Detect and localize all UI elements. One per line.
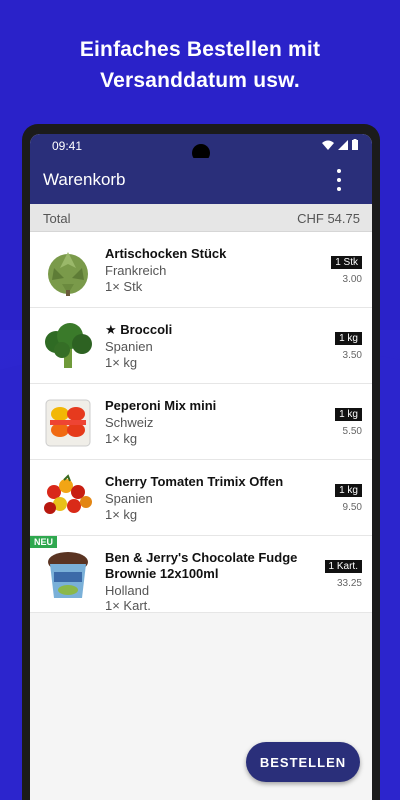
app-bar: Warenkorb xyxy=(30,158,372,204)
unit-badge: 1 Stk xyxy=(331,256,362,269)
headline-line-2: Versanddatum usw. xyxy=(100,69,300,92)
item-name: Cherry Tomaten Trimix Offen xyxy=(105,474,284,489)
new-badge: NEU xyxy=(30,536,58,548)
item-quantity: 1× Stk xyxy=(105,279,143,294)
item-quantity: 1× kg xyxy=(105,431,138,446)
status-icons xyxy=(322,139,358,150)
more-vert-icon[interactable] xyxy=(336,169,342,191)
item-quantity: 1× kg xyxy=(105,507,138,522)
page-title: Warenkorb xyxy=(43,170,126,189)
broccoli-image xyxy=(45,323,92,368)
status-time: 09:41 xyxy=(52,139,83,153)
cart-item[interactable]: Peperoni Mix mini Schweiz 1× kg 1 kg 5.5… xyxy=(30,384,372,460)
order-button[interactable]: BESTELLEN xyxy=(246,742,360,782)
item-origin: Spanien xyxy=(105,339,153,354)
headline-line-1: Einfaches Bestellen mit xyxy=(79,38,321,61)
item-origin: Schweiz xyxy=(105,415,154,430)
total-value: CHF 54.75 xyxy=(297,211,360,226)
item-origin: Frankreich xyxy=(105,263,167,278)
artichoke-image xyxy=(48,252,88,296)
cart-list: Artischocken Stück Frankreich 1× Stk 1 S… xyxy=(30,232,372,613)
item-price: 9.50 xyxy=(342,502,362,513)
cart-item[interactable]: ★ Broccoli Spanien 1× kg 1 kg 3.50 xyxy=(30,308,372,384)
signal-icon xyxy=(338,139,348,150)
status-bar: 09:41 xyxy=(30,134,372,162)
cart-item[interactable]: NEU Ben & Jerry's Chocolate Fudge Browni… xyxy=(30,536,372,613)
total-row: Total CHF 54.75 xyxy=(30,204,372,232)
icecream-image xyxy=(48,552,88,598)
item-quantity: 1× kg xyxy=(105,355,138,370)
item-name: Ben & Jerry's Chocolate Fudge Brownie 12… xyxy=(105,550,298,581)
item-price: 5.50 xyxy=(342,426,362,437)
peppers-image xyxy=(45,399,91,447)
unit-badge: 1 Kart. xyxy=(324,560,362,573)
tomatoes-image xyxy=(44,474,92,514)
phone-screen: 09:41 Warenkorb Total CHF 54.75 Artischo… xyxy=(30,134,372,800)
cart-item[interactable]: Cherry Tomaten Trimix Offen Spanien 1× k… xyxy=(30,460,372,536)
item-origin: Holland xyxy=(105,583,150,598)
wifi-icon xyxy=(322,140,334,150)
item-quantity: 1× Kart. xyxy=(105,598,151,613)
item-name: ★ Broccoli xyxy=(105,322,173,337)
item-origin: Spanien xyxy=(105,491,153,506)
item-price: 3.00 xyxy=(342,274,362,285)
total-label: Total xyxy=(43,211,71,226)
unit-badge: 1 kg xyxy=(335,408,362,421)
item-name: Peperoni Mix mini xyxy=(105,398,217,413)
promo-headline: Einfaches Bestellen mit Versanddatum usw… xyxy=(0,34,400,96)
item-name: Artischocken Stück xyxy=(105,246,227,261)
cart-item[interactable]: Artischocken Stück Frankreich 1× Stk 1 S… xyxy=(30,232,372,308)
unit-badge: 1 kg xyxy=(335,332,362,345)
unit-badge: 1 kg xyxy=(335,484,362,497)
item-price: 3.50 xyxy=(342,350,362,361)
item-price: 33.25 xyxy=(336,578,362,589)
battery-icon xyxy=(352,139,358,150)
